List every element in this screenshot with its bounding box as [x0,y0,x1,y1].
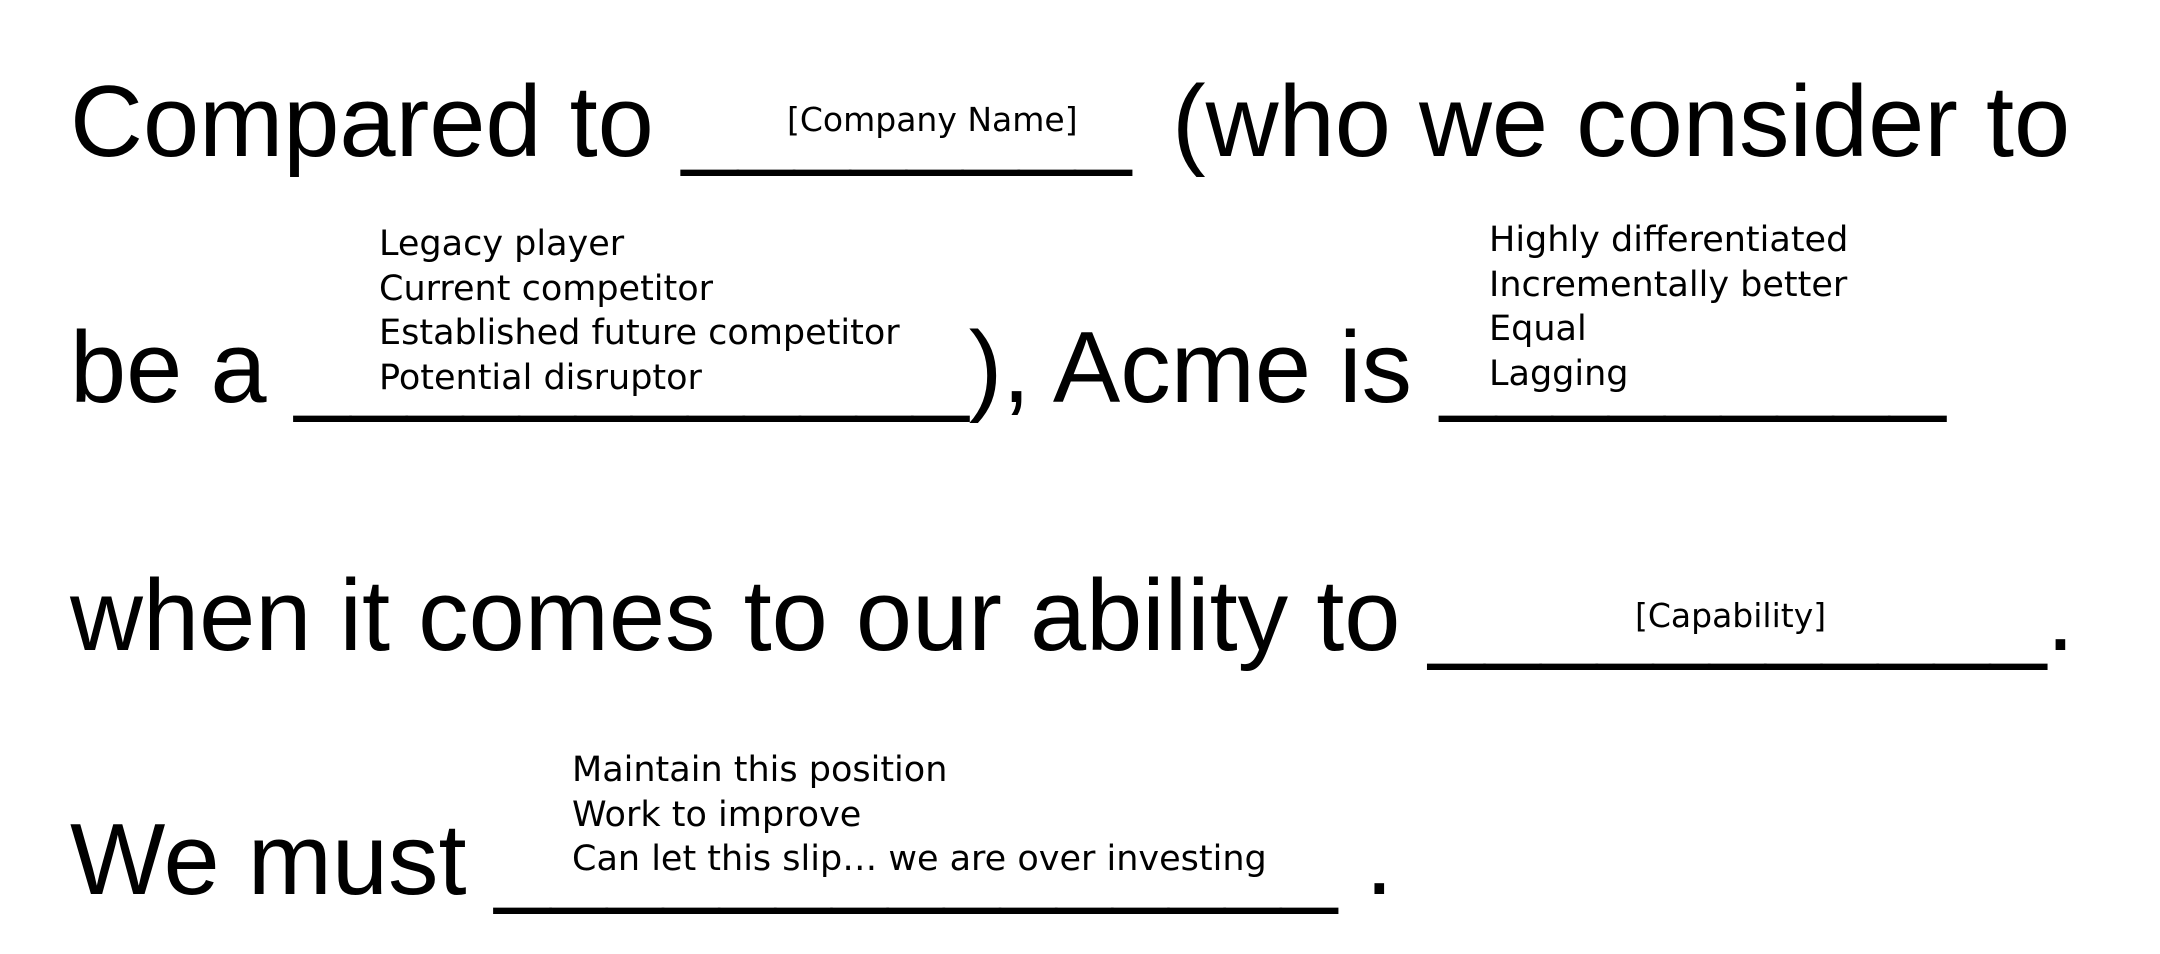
position-option[interactable]: Highly differentiated [1489,218,1848,263]
position-option[interactable]: Incrementally better [1489,263,1848,308]
action-option[interactable]: Can let this slip… we are over investing [572,837,1267,882]
line-1-end-text: (who we consider to [1172,66,2071,178]
action-options[interactable]: Maintain this position Work to improve C… [572,748,1267,882]
position-options[interactable]: Highly differentiated Incrementally bett… [1489,218,1848,396]
position-option[interactable]: Equal [1489,307,1848,352]
competitor-type-option[interactable]: Established future competitor [379,311,900,356]
company-name-placeholder[interactable]: [Company Name] [787,100,1078,139]
competitor-type-option[interactable]: Potential disruptor [379,356,900,401]
capability-placeholder[interactable]: [Capability] [1635,596,1826,635]
competitor-type-option[interactable]: Current competitor [379,267,900,312]
competitor-type-option[interactable]: Legacy player [379,222,900,267]
action-option[interactable]: Work to improve [572,793,1267,838]
position-option[interactable]: Lagging [1489,352,1848,397]
action-option[interactable]: Maintain this position [572,748,1267,793]
competitor-type-options[interactable]: Legacy player Current competitor Establi… [379,222,900,400]
